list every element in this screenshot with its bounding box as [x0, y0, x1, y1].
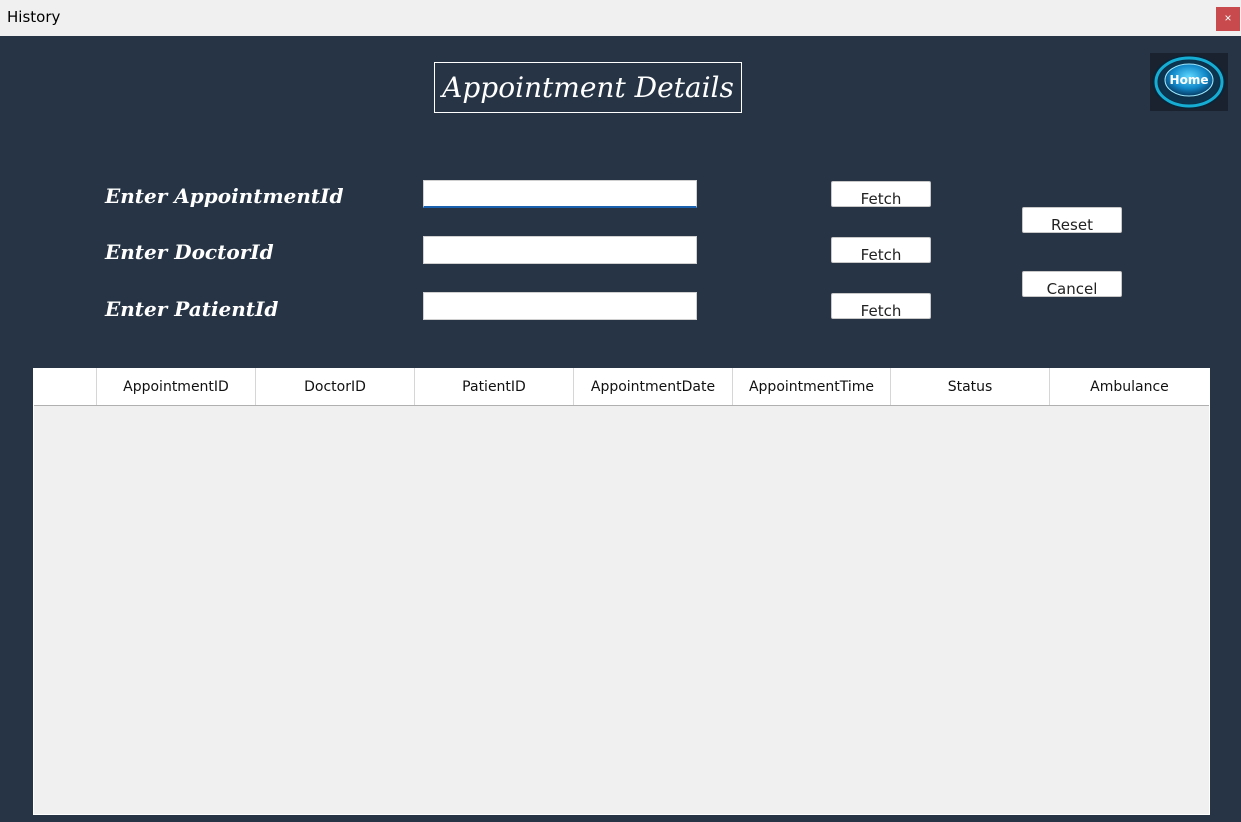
- close-button[interactable]: ×: [1216, 7, 1240, 31]
- reset-button[interactable]: Reset: [1022, 207, 1122, 233]
- fetch-appointment-button[interactable]: Fetch: [831, 181, 931, 207]
- fetch-doctor-button[interactable]: Fetch: [831, 237, 931, 263]
- appointment-id-label: Enter AppointmentId: [105, 184, 344, 208]
- home-icon: Home: [1150, 53, 1228, 111]
- title-bar: History ×: [0, 0, 1241, 36]
- column-header-appointment-date[interactable]: AppointmentDate: [574, 368, 733, 405]
- column-header-rownum[interactable]: [34, 368, 97, 405]
- appointment-id-input[interactable]: [423, 180, 697, 208]
- fetch-patient-button[interactable]: Fetch: [831, 293, 931, 319]
- column-header-status[interactable]: Status: [891, 368, 1050, 405]
- patient-id-label: Enter PatientId: [105, 297, 279, 321]
- cancel-button[interactable]: Cancel: [1022, 271, 1122, 297]
- patient-id-input[interactable]: [423, 292, 697, 320]
- column-header-appointment-id[interactable]: AppointmentID: [97, 368, 256, 405]
- home-text: Home: [1170, 73, 1209, 87]
- window-title: History: [7, 8, 61, 26]
- page-title: Appointment Details: [442, 71, 734, 104]
- main-panel: Appointment Details Home Enter Appointme…: [0, 36, 1241, 822]
- table-body[interactable]: [34, 406, 1209, 814]
- home-button[interactable]: Home: [1150, 53, 1228, 111]
- column-header-ambulance[interactable]: Ambulance: [1050, 368, 1209, 405]
- doctor-id-label: Enter DoctorId: [105, 240, 274, 264]
- table-header: AppointmentID DoctorID PatientID Appoint…: [34, 368, 1209, 406]
- appointments-table[interactable]: AppointmentID DoctorID PatientID Appoint…: [33, 368, 1210, 815]
- column-header-doctor-id[interactable]: DoctorID: [256, 368, 415, 405]
- page-title-box: Appointment Details: [434, 62, 742, 113]
- column-header-patient-id[interactable]: PatientID: [415, 368, 574, 405]
- doctor-id-input[interactable]: [423, 236, 697, 264]
- column-header-appointment-time[interactable]: AppointmentTime: [733, 368, 891, 405]
